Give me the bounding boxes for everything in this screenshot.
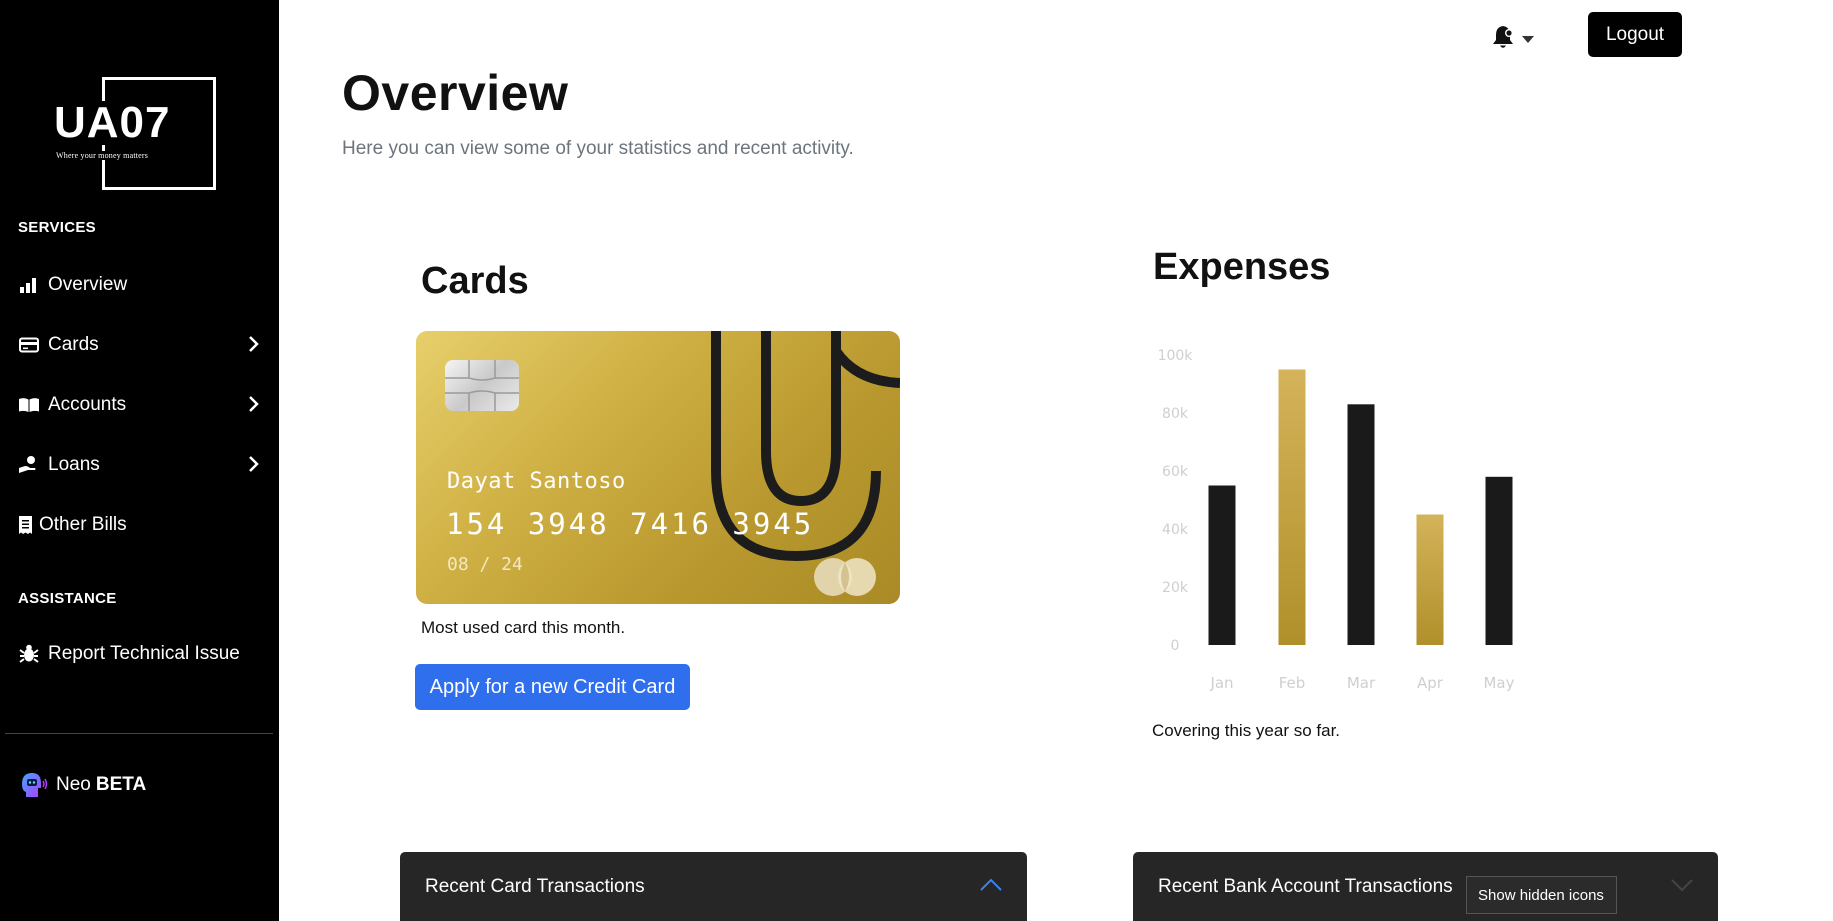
sidebar-item-loans[interactable]: Loans <box>18 450 262 480</box>
x-tick-label: May <box>1483 674 1514 692</box>
credit-card-icon <box>18 334 40 356</box>
sidebar-item-label: Loans <box>48 454 100 475</box>
neo-label: Neo <box>56 774 91 795</box>
sidebar-item-label: Report Technical Issue <box>48 643 240 664</box>
sidebar-item-neo[interactable]: Neo BETA <box>18 770 146 800</box>
card-chip <box>445 360 519 411</box>
chevron-down-icon[interactable] <box>1671 876 1693 898</box>
bell-icon <box>1490 24 1516 55</box>
bar-chart-icon <box>18 274 40 296</box>
sidebar-item-report-issue[interactable]: Report Technical Issue <box>18 639 262 669</box>
bar-may <box>1485 476 1513 645</box>
robot-head-icon <box>18 770 48 800</box>
y-tick-label: 20k <box>1162 580 1189 596</box>
x-tick-label: Jan <box>1209 674 1233 692</box>
apply-credit-card-button[interactable]: Apply for a new Credit Card <box>415 664 690 710</box>
sidebar-item-label: Cards <box>48 334 99 355</box>
y-tick-label: 40k <box>1162 522 1189 538</box>
recent-bank-transactions-panel[interactable]: Recent Bank Account Transactions <box>1133 852 1718 921</box>
caret-down-icon <box>1522 31 1534 49</box>
logout-button[interactable]: Logout <box>1588 12 1682 57</box>
y-tick-label: 0 <box>1171 638 1180 654</box>
expenses-bar-chart: 0 20k 40k 60k 80k 100k Jan Feb Mar Apr May <box>1158 348 1515 692</box>
y-tick-label: 100k <box>1158 348 1194 364</box>
bar-jan <box>1208 485 1236 645</box>
show-hidden-icons-tooltip: Show hidden icons <box>1466 876 1617 914</box>
card-holder-name: Dayat Santoso <box>447 469 626 494</box>
cards-heading: Cards <box>421 260 529 302</box>
sidebar-item-accounts[interactable]: Accounts <box>18 390 262 420</box>
sidebar-item-label: Other Bills <box>39 514 127 535</box>
receipt-icon <box>18 514 32 536</box>
mastercard-icon <box>814 558 876 596</box>
x-tick-label: Mar <box>1347 674 1376 692</box>
y-tick-label: 60k <box>1162 464 1189 480</box>
card-caption: Most used card this month. <box>421 618 626 637</box>
chevron-up-icon[interactable] <box>980 876 1002 898</box>
chevron-right-icon <box>248 455 260 479</box>
page-subtitle: Here you can view some of your statistic… <box>342 138 854 159</box>
sidebar-item-other-bills[interactable]: Other Bills <box>18 510 262 540</box>
panel-title: Recent Card Transactions <box>425 876 645 897</box>
bar-mar <box>1347 404 1375 645</box>
sidebar-item-label: Overview <box>48 274 128 295</box>
assistance-section-title: ASSISTANCE <box>18 590 117 607</box>
x-tick-label: Apr <box>1417 674 1444 692</box>
expenses-caption: Covering this year so far. <box>1152 721 1341 740</box>
page-title: Overview <box>342 65 569 121</box>
beta-badge: BETA <box>95 774 147 795</box>
card-number: 154 3948 7416 3945 <box>446 507 815 541</box>
panel-title: Recent Bank Account Transactions <box>1158 876 1453 897</box>
chevron-right-icon <box>248 395 260 419</box>
sidebar-item-overview[interactable]: Overview <box>18 270 262 300</box>
notifications-dropdown[interactable] <box>1490 24 1534 55</box>
logo-tagline: Where your money matters <box>56 151 152 160</box>
y-tick-label: 80k <box>1162 406 1189 422</box>
book-icon <box>18 394 40 416</box>
sidebar: UA07 Where your money matters SERVICES O… <box>0 0 279 921</box>
logo-text: UA07 <box>54 98 173 147</box>
sidebar-item-cards[interactable]: Cards <box>18 330 262 360</box>
bug-icon <box>18 643 40 665</box>
x-tick-label: Feb <box>1279 674 1306 692</box>
expenses-heading: Expenses <box>1153 246 1331 288</box>
chevron-right-icon <box>248 335 260 359</box>
recent-card-transactions-panel[interactable]: Recent Card Transactions <box>400 852 1027 921</box>
bar-apr <box>1416 514 1444 645</box>
hand-coin-icon <box>18 454 40 476</box>
services-section-title: SERVICES <box>18 219 96 236</box>
card-expiry: 08 / 24 <box>447 554 523 575</box>
bar-feb <box>1278 369 1306 645</box>
sidebar-item-label: Accounts <box>48 394 127 415</box>
sidebar-divider <box>5 733 273 734</box>
app-root: UA07 Where your money matters SERVICES O… <box>0 0 1833 921</box>
credit-card[interactable]: Dayat Santoso 154 3948 7416 3945 08 / 24 <box>416 331 900 604</box>
